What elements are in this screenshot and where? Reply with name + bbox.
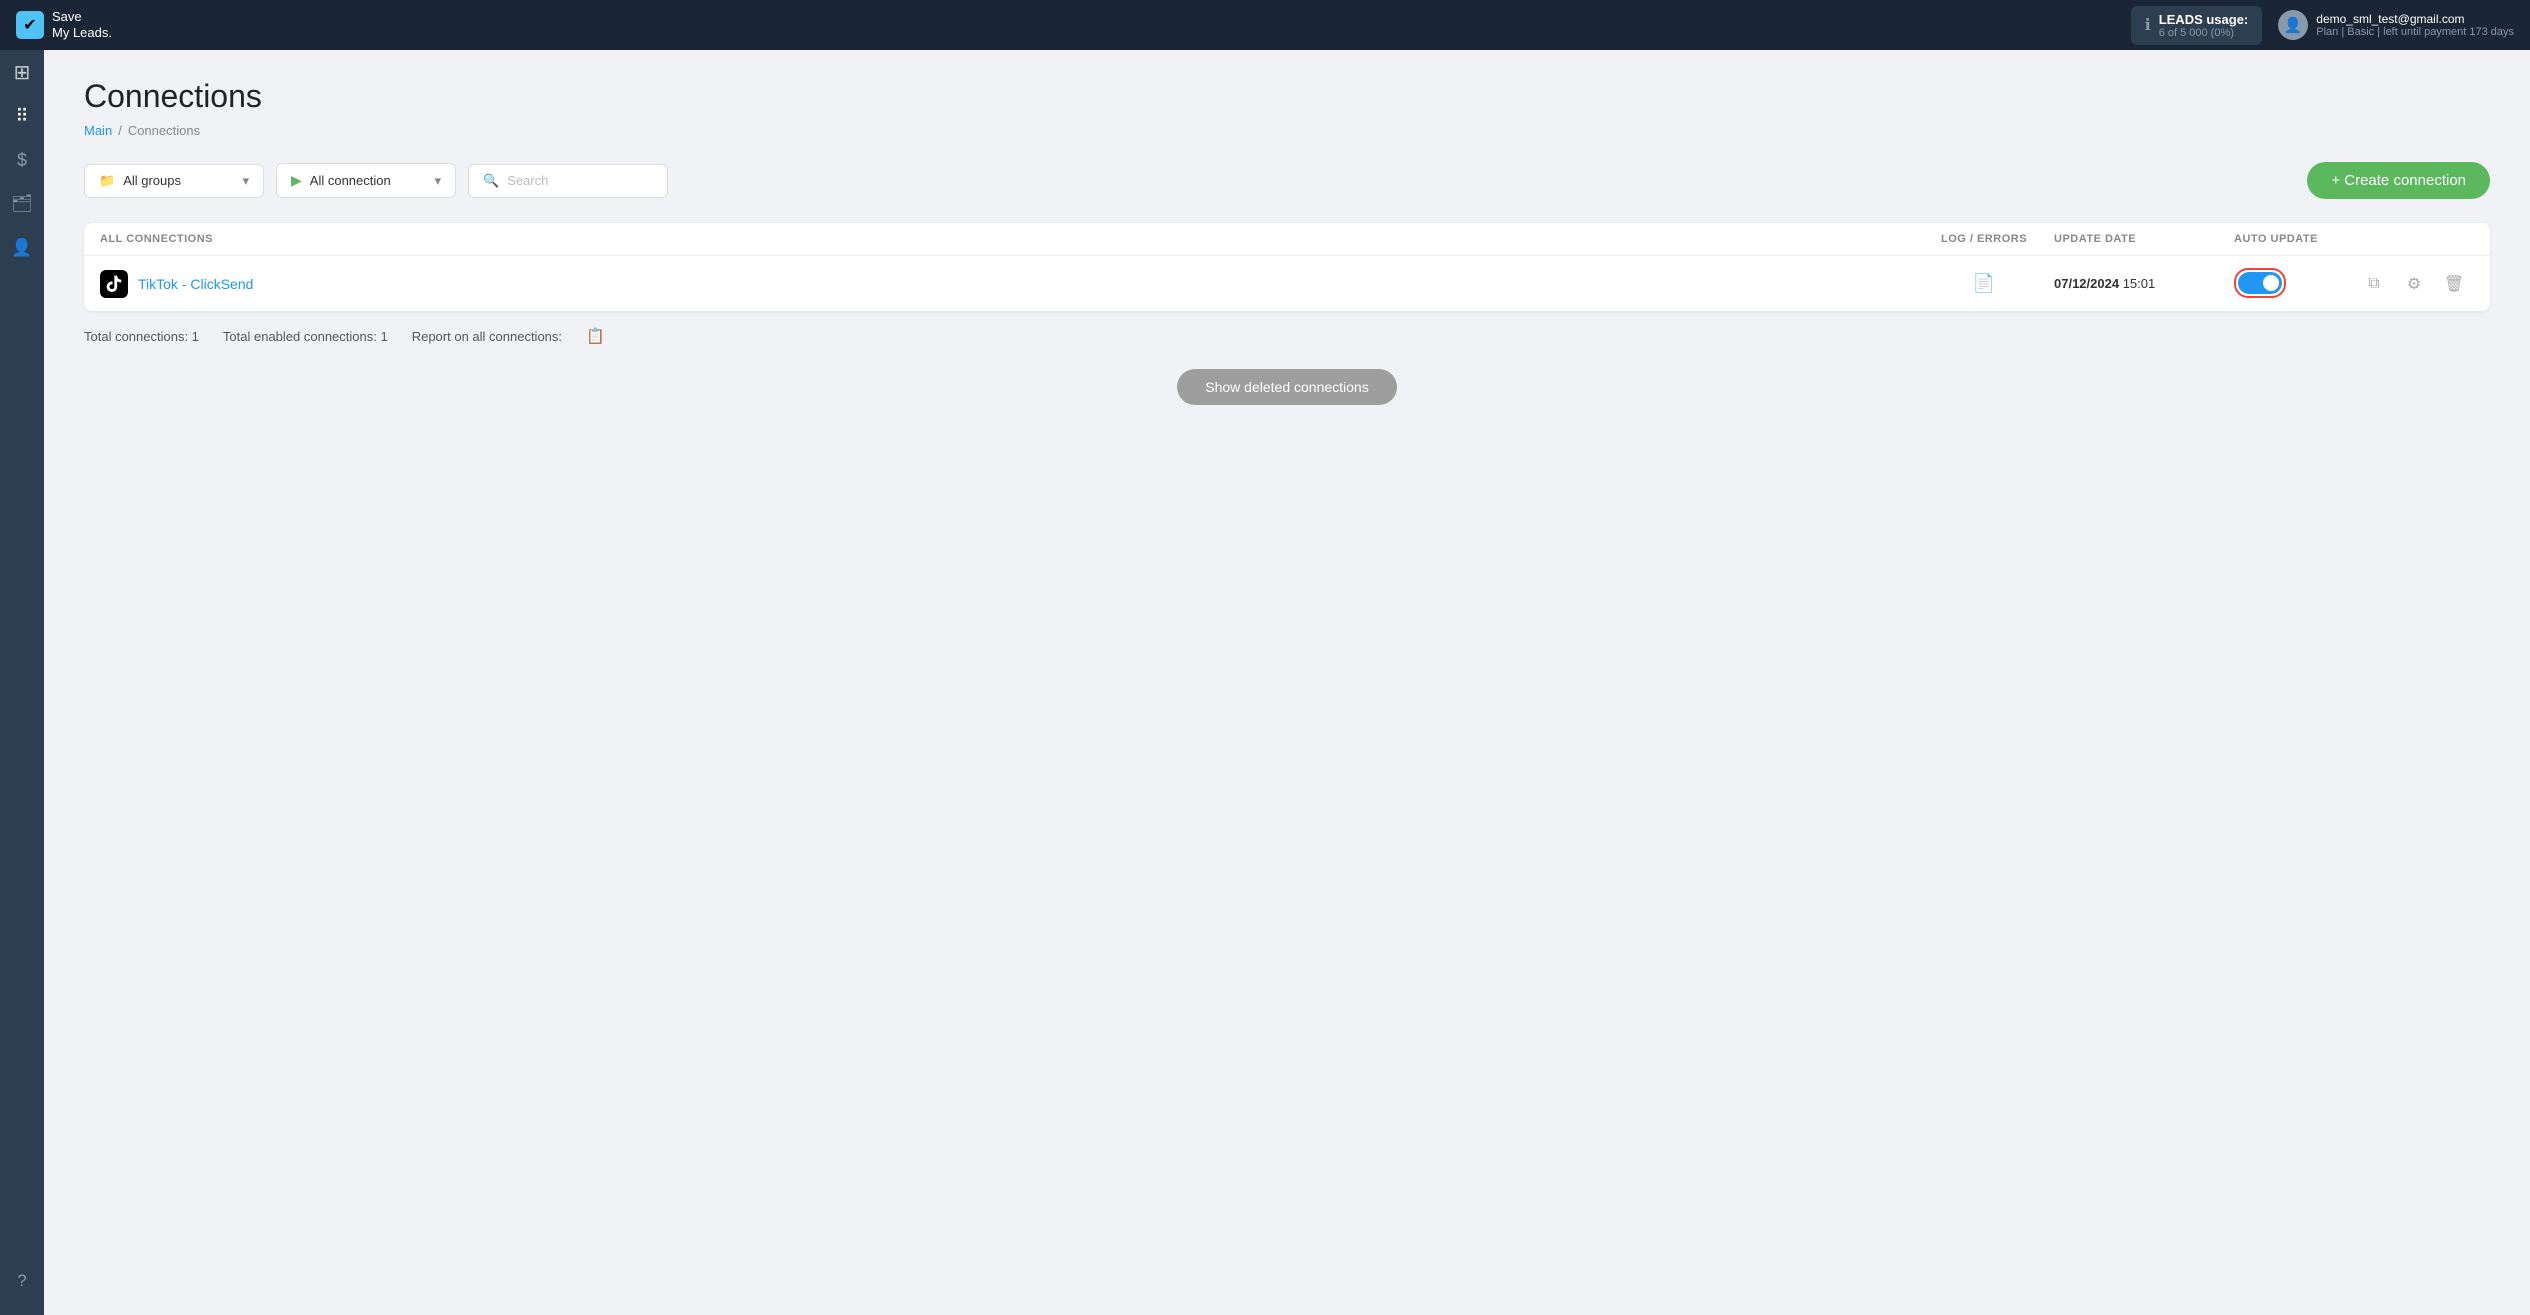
- breadcrumb-current: Connections: [128, 123, 200, 138]
- sidebar-item-account[interactable]: 👤: [0, 226, 44, 270]
- logo-text: Save My Leads.: [52, 9, 112, 40]
- auto-update-toggle-wrap: [2234, 268, 2286, 298]
- chevron-down-icon-2: ▾: [434, 173, 441, 189]
- connection-filter[interactable]: ▶ All connection ▾: [276, 163, 456, 198]
- show-deleted-button[interactable]: Show deleted connections: [1177, 369, 1396, 405]
- breadcrumb-main[interactable]: Main: [84, 123, 112, 138]
- leads-usage-badge: ℹ LEADS usage: 6 of 5 000 (0%): [2131, 6, 2263, 45]
- col-header-log: LOG / ERRORS: [1914, 233, 2054, 245]
- log-icon[interactable]: 📄: [1973, 273, 1995, 293]
- update-date-cell: 07/12/2024 15:01: [2054, 276, 2234, 291]
- groups-filter[interactable]: 📁 All groups ▾: [84, 164, 264, 198]
- toggle-knob: [2263, 275, 2279, 291]
- logo: ✔ Save My Leads.: [16, 9, 112, 40]
- search-icon: 🔍: [483, 173, 499, 189]
- connection-name-cell: TikTok - ClickSend: [100, 270, 1914, 298]
- auto-update-toggle[interactable]: [2238, 272, 2282, 294]
- report-icon[interactable]: 📋: [586, 327, 605, 345]
- show-deleted-wrap: Show deleted connections: [84, 369, 2490, 405]
- connection-link[interactable]: TikTok - ClickSend: [138, 276, 253, 292]
- col-header-auto: AUTO UPDATE: [2234, 233, 2354, 245]
- col-header-update: UPDATE DATE: [2054, 233, 2234, 245]
- page-content: Connections Main / Connections 📁 All gro…: [44, 50, 2530, 1315]
- table-row: TikTok - ClickSend 📄 07/12/2024 15:01: [84, 256, 2490, 311]
- breadcrumb-sep: /: [118, 123, 122, 138]
- connection-icon: [100, 270, 128, 298]
- breadcrumb: Main / Connections: [84, 123, 2490, 138]
- total-connections: Total connections: 1: [84, 329, 199, 344]
- user-info: 👤 demo_sml_test@gmail.com Plan | Basic |…: [2278, 10, 2514, 40]
- sidebar-item-templates[interactable]: 🗂: [0, 182, 44, 226]
- leads-usage-count: 6 of 5 000 (0%): [2159, 27, 2249, 39]
- sidebar: ☰ ⊞ ⠿ $ 🗂 👤 ?: [0, 0, 44, 1315]
- delete-action[interactable]: 🗑: [2434, 274, 2474, 294]
- topbar: ✔ Save My Leads. ℹ LEADS usage: 6 of 5 0…: [0, 0, 2530, 50]
- user-email: demo_sml_test@gmail.com: [2316, 12, 2514, 26]
- copy-action[interactable]: ⧉: [2354, 275, 2394, 293]
- chevron-down-icon: ▾: [242, 173, 249, 189]
- toolbar: 📁 All groups ▾ ▶ All connection ▾ 🔍 Sear…: [84, 162, 2490, 199]
- connections-table: ALL CONNECTIONS LOG / ERRORS UPDATE DATE…: [84, 223, 2490, 311]
- create-connection-button[interactable]: + Create connection: [2307, 162, 2490, 199]
- total-enabled-connections: Total enabled connections: 1: [223, 329, 388, 344]
- table-header: ALL CONNECTIONS LOG / ERRORS UPDATE DATE…: [84, 223, 2490, 256]
- table-footer: Total connections: 1 Total enabled conne…: [84, 311, 2490, 345]
- search-placeholder: Search: [507, 173, 548, 188]
- sidebar-item-billing[interactable]: $: [0, 138, 44, 182]
- page-title: Connections: [84, 78, 2490, 115]
- log-errors-cell: 📄: [1914, 273, 2054, 294]
- avatar: 👤: [2278, 10, 2308, 40]
- settings-action[interactable]: ⚙: [2394, 274, 2434, 294]
- sidebar-item-home[interactable]: ⊞: [0, 50, 44, 94]
- sidebar-item-help[interactable]: ?: [0, 1259, 44, 1303]
- auto-update-cell: [2234, 268, 2354, 299]
- connection-filter-label: All connection: [310, 173, 391, 188]
- groups-filter-label: All groups: [123, 173, 181, 188]
- main-content: Connections Main / Connections 📁 All gro…: [44, 50, 2530, 1315]
- search-box[interactable]: 🔍 Search: [468, 164, 668, 198]
- user-plan: Plan | Basic | left until payment 173 da…: [2316, 26, 2514, 38]
- report-all-connections: Report on all connections:: [412, 329, 562, 344]
- leads-usage-label: LEADS usage:: [2159, 12, 2249, 27]
- sidebar-item-connections[interactable]: ⠿: [0, 94, 44, 138]
- user-text: demo_sml_test@gmail.com Plan | Basic | l…: [2316, 12, 2514, 38]
- logo-icon: ✔: [16, 11, 44, 39]
- col-header-connections: ALL CONNECTIONS: [100, 233, 1914, 245]
